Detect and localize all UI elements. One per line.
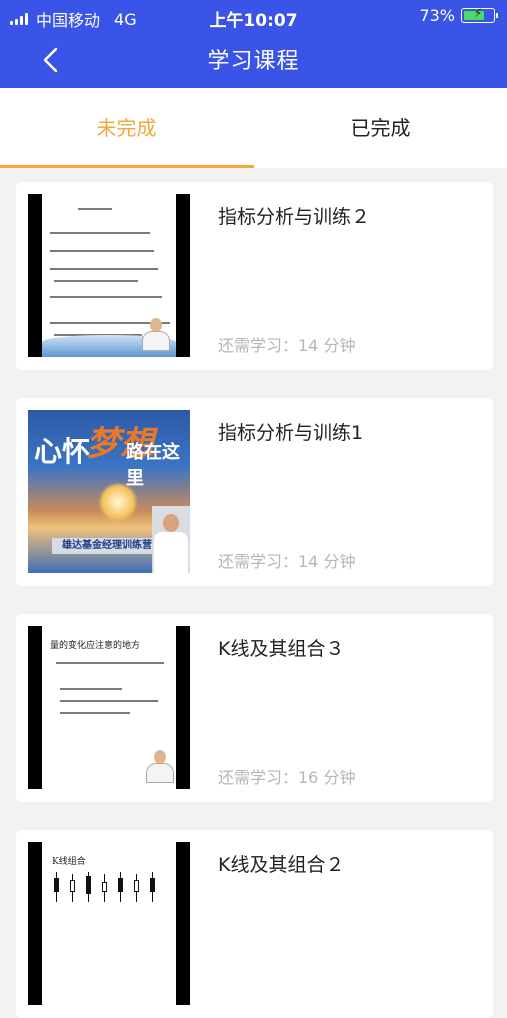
course-card[interactable]: 心怀 梦想 路在这里 雄达基金经理训练营 指标分析与训练1 还需学习：14 分钟	[16, 398, 493, 586]
poster-text: 心怀	[34, 435, 91, 468]
status-right: 73% ⚡	[419, 6, 498, 25]
slide-image: 量的变化应注意的地方	[42, 626, 176, 789]
course-thumbnail: K线组合	[28, 842, 190, 1005]
course-thumbnail: 心怀 梦想 路在这里 雄达基金经理训练营	[28, 410, 190, 573]
remaining-time: 还需学习：14 分钟	[218, 552, 356, 571]
course-card[interactable]: 量的变化应注意的地方 K线及其组合３ 还需学习：16 分钟	[16, 614, 493, 802]
remaining-time: 还需学习：16 分钟	[218, 768, 356, 787]
course-thumbnail	[28, 194, 190, 357]
battery-percent: 73%	[419, 6, 455, 25]
active-tab-indicator	[0, 165, 254, 168]
slide-image	[42, 194, 176, 357]
course-card[interactable]: K线组合 K线及其组合２	[16, 830, 493, 1018]
charging-bolt-icon: ⚡	[473, 6, 483, 20]
app-header: 中国移动 4G 上午10:07 73% ⚡ 学习课程	[0, 0, 507, 88]
presenter-image	[146, 750, 174, 783]
presenter-image	[152, 506, 190, 573]
course-thumbnail: 量的变化应注意的地方	[28, 626, 190, 789]
poster-text: 路在这里	[126, 442, 180, 489]
tab-incomplete[interactable]: 未完成	[0, 88, 253, 168]
course-title: K线及其组合３	[218, 638, 345, 660]
page-title: 学习课程	[207, 49, 300, 74]
slide-heading: K线组合	[52, 857, 86, 867]
status-bar: 中国移动 4G 上午10:07 73% ⚡	[0, 0, 507, 32]
slide-image: K线组合	[42, 842, 176, 1005]
battery-icon: ⚡	[461, 6, 498, 23]
presenter-image	[142, 318, 170, 351]
course-title: 指标分析与训练1	[218, 422, 364, 444]
nav-bar: 学习课程	[0, 32, 507, 88]
tab-bar: 未完成 已完成	[0, 88, 507, 168]
remaining-time: 还需学习：14 分钟	[218, 336, 356, 355]
slide-heading: 量的变化应注意的地方	[50, 641, 141, 651]
poster-band: 雄达基金经理训练营	[52, 538, 162, 554]
course-title: 指标分析与训练２	[218, 206, 371, 228]
course-title: K线及其组合２	[218, 854, 345, 876]
tab-completed[interactable]: 已完成	[254, 88, 507, 168]
course-card[interactable]: 指标分析与训练２ 还需学习：14 分钟	[16, 182, 493, 370]
